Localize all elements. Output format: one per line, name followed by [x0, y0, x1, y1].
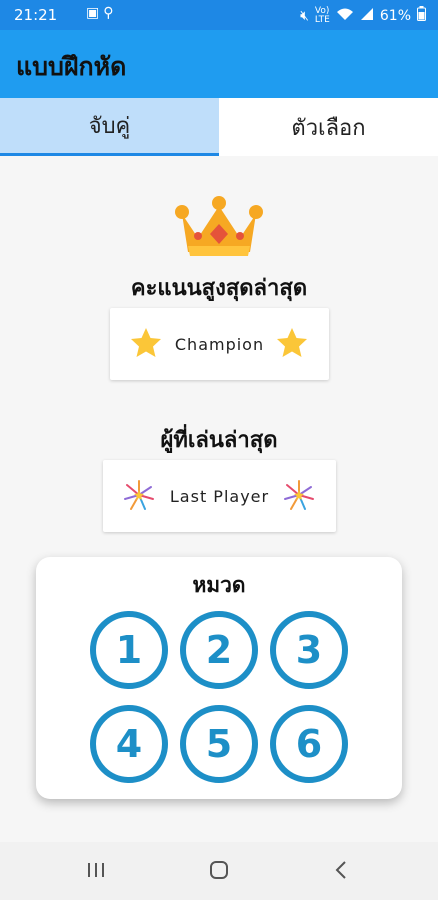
wifi-icon	[336, 7, 354, 25]
category-button-5[interactable]: 5	[180, 705, 258, 783]
navigation-bar	[0, 842, 438, 900]
status-bar: 21:21 ▣⚲ 🔇︎ Vo) LTE 61%	[0, 0, 438, 30]
home-icon	[210, 861, 228, 879]
app-title: แบบฝึกหัด	[16, 52, 127, 81]
tab-matching[interactable]: จับคู่	[0, 98, 219, 156]
last-player-heading: ผู้ที่เล่นล่าสุด	[160, 428, 278, 453]
last-player-card: Last Player	[103, 460, 336, 532]
battery-percent: 61%	[379, 7, 411, 24]
fireworks-icon	[284, 480, 314, 510]
category-button-1[interactable]: 1	[90, 611, 168, 689]
crown-icon	[175, 196, 263, 256]
high-score-card: Champion	[110, 308, 329, 380]
star-icon	[277, 328, 307, 357]
recent-apps-button[interactable]	[76, 854, 116, 886]
mute-icon: 🔇︎	[300, 7, 309, 24]
signal-icon	[360, 7, 374, 25]
category-button-3[interactable]: 3	[270, 611, 348, 689]
recent-apps-icon	[88, 863, 104, 877]
home-button[interactable]	[199, 854, 239, 886]
battery-icon	[417, 6, 426, 25]
app-bar: แบบฝึกหัด	[0, 30, 438, 98]
notification-icons: ▣⚲	[86, 5, 118, 21]
category-title: หมวด	[192, 573, 246, 597]
category-button-2[interactable]: 2	[180, 611, 258, 689]
usb-icon: ⚲	[103, 5, 118, 21]
high-score-heading: คะแนนสูงสุดล่าสุด	[130, 276, 308, 301]
category-button-6[interactable]: 6	[270, 705, 348, 783]
status-time: 21:21	[14, 6, 58, 24]
category-button-4[interactable]: 4	[90, 705, 168, 783]
status-right: 🔇︎ Vo) LTE 61%	[300, 6, 426, 25]
back-icon	[335, 861, 346, 879]
category-panel: หมวด 1 2 3 4 5 6	[36, 557, 402, 799]
image-icon: ▣	[86, 5, 104, 21]
tab-bar: จับคู่ ตัวเลือก	[0, 98, 438, 156]
volte-icon: Vo) LTE	[314, 5, 330, 25]
tab-choices[interactable]: ตัวเลือก	[219, 98, 438, 156]
back-button[interactable]	[321, 854, 361, 886]
